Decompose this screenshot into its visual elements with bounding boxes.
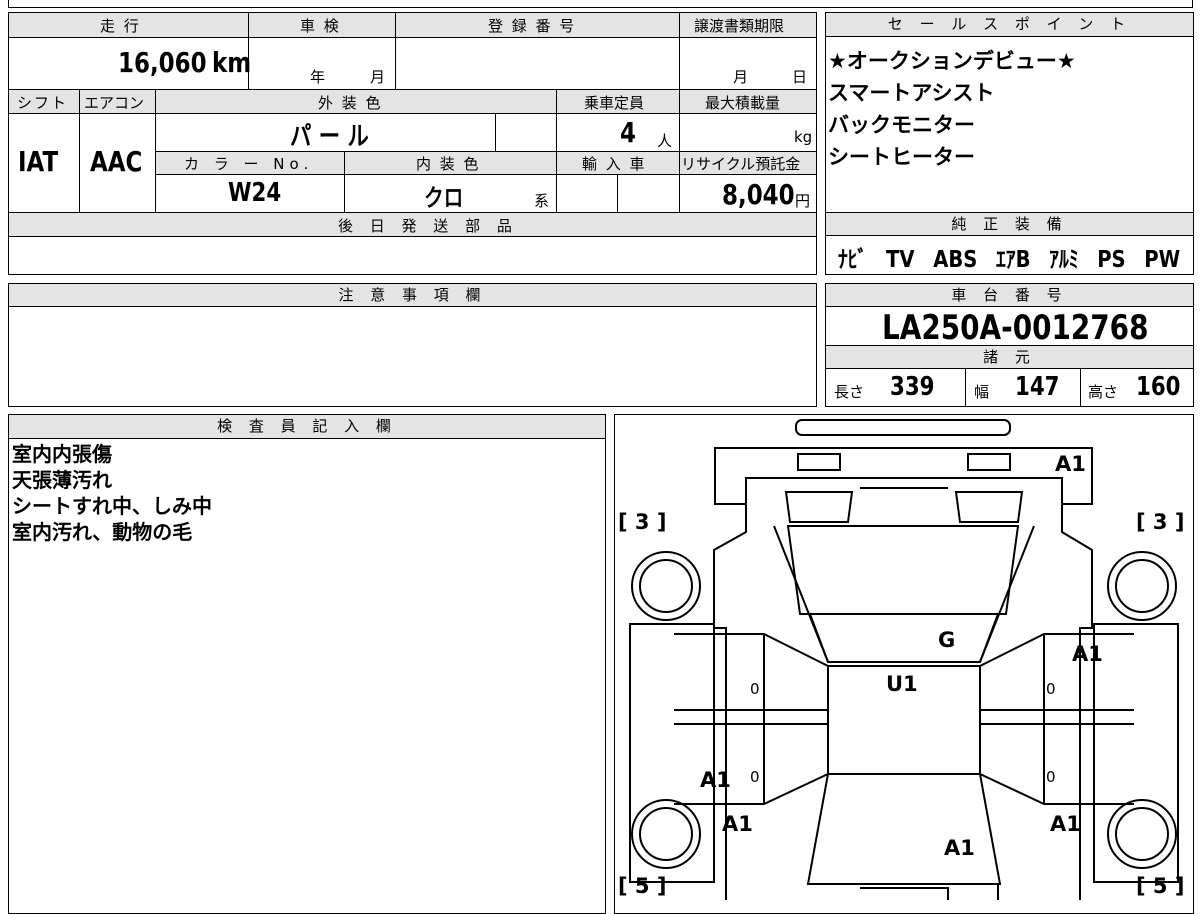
import-label: 輸 入 車 [582, 155, 647, 173]
color-no-label: カ ラ ー No. [184, 155, 314, 173]
inspector-line: 天張薄汚れ [12, 468, 112, 492]
transfer-month: 月 [733, 68, 749, 86]
inspector-line: 室内汚れ、動物の毛 [12, 520, 193, 544]
inspection-month: 月 [370, 68, 386, 86]
mark-left-rear: A1 [722, 812, 753, 836]
door-zero: 0 [750, 680, 760, 698]
interior-suffix: 系 [534, 192, 550, 210]
sales-point: バックモニター [828, 113, 975, 137]
recycle-label: リサイクル預託金 [681, 155, 801, 173]
shift-value: IAT [18, 145, 59, 178]
inspector-title: 検 査 員 記 入 欄 [9, 415, 605, 439]
height-value: 160 [1136, 372, 1181, 402]
recycle-value: 8,040 [722, 178, 795, 211]
equip-item: TV [886, 247, 915, 273]
notes-title: 注 意 事 項 欄 [9, 284, 816, 307]
sales-points-list: ★オークションデビュー★ スマートアシスト バックモニター シートヒーター [828, 45, 1076, 173]
sales-points-title: セ ー ル ス ポ イ ン ト [826, 13, 1193, 37]
inspection-year: 年 [310, 68, 326, 86]
length-value: 339 [890, 372, 935, 402]
ac-label: エアコン [84, 94, 145, 112]
top-clipped-strip [8, 0, 1193, 8]
inspector-lines: 室内内張傷 天張薄汚れ シートすれ中、しみ中 室内汚れ、動物の毛 [12, 441, 212, 545]
mileage-value: 16,060 [118, 46, 207, 79]
recycle-unit: 円 [795, 192, 811, 210]
sales-point: シートヒーター [828, 145, 975, 169]
maxload-unit: kg [794, 128, 813, 146]
equip-item: ｱﾙﾐ [1049, 247, 1079, 273]
chassis-number: LA250A-0012768 [882, 308, 1149, 348]
width-value: 147 [1015, 372, 1060, 402]
equip-item: ｴｱB [996, 247, 1031, 273]
vehicle-diagram [629, 419, 1179, 900]
equip-item: ﾅﾋﾞ [838, 247, 868, 273]
door-zero: 0 [1046, 680, 1056, 698]
equip-item: PS [1097, 247, 1126, 273]
equipment-list: ﾅﾋﾞ TV ABS ｴｱB ｱﾙﾐ PS PW [838, 240, 1180, 274]
transfer-day: 日 [792, 68, 808, 86]
shift-label: シフト [17, 94, 69, 112]
equip-item: PW [1144, 247, 1181, 273]
sales-point: ★オークションデビュー★ [828, 49, 1076, 73]
equip-item: ABS [933, 247, 978, 273]
mark-roof: G [938, 628, 956, 652]
door-zero: 0 [750, 768, 760, 786]
specs-title: 諸 元 [826, 346, 1193, 369]
exterior-label: 外 装 色 [318, 94, 383, 112]
mark-rear-top: A1 [1055, 452, 1086, 476]
inspection-label: 車 検 [300, 17, 341, 35]
length-label: 長さ [834, 383, 865, 401]
mark-left-door-rear: A1 [700, 768, 731, 792]
mark-right-rear: A1 [1050, 812, 1081, 836]
transfer-label: 譲渡書類期限 [694, 17, 785, 35]
mark-center: U1 [886, 672, 918, 696]
maxload-label: 最大積載量 [705, 94, 781, 112]
bracket-right-top: [ 3 ] [1136, 510, 1185, 534]
mileage-unit: km [212, 46, 252, 79]
height-label: 高さ [1088, 383, 1119, 401]
mark-right-door-front: A1 [1072, 642, 1103, 666]
mileage-label: 走 行 [100, 17, 141, 35]
capacity-unit: 人 [657, 132, 673, 150]
capacity-value: 4 [620, 116, 636, 149]
bracket-left-top: [ 3 ] [618, 510, 667, 534]
ac-value: AAC [90, 145, 143, 178]
interior-value: クロ [424, 184, 464, 212]
inspector-line: 室内内張傷 [12, 442, 112, 466]
equipment-title: 純 正 装 備 [826, 213, 1193, 236]
registration-label: 登 録 番 号 [488, 17, 577, 35]
color-no-value: W24 [228, 178, 282, 208]
bracket-left-bottom: [ 5 ] [618, 874, 667, 898]
interior-label: 内 装 色 [416, 155, 481, 173]
later-parts-label: 後 日 発 送 部 品 [338, 217, 518, 235]
width-label: 幅 [974, 383, 990, 401]
sales-point: スマートアシスト [828, 81, 995, 105]
mark-bottom: A1 [944, 836, 975, 860]
inspector-line: シートすれ中、しみ中 [12, 494, 212, 518]
exterior-value: パ ー ル [290, 122, 369, 152]
chassis-title: 車 台 番 号 [826, 284, 1193, 307]
door-zero: 0 [1046, 768, 1056, 786]
capacity-label: 乗車定員 [584, 94, 645, 112]
bracket-right-bottom: [ 5 ] [1136, 874, 1185, 898]
